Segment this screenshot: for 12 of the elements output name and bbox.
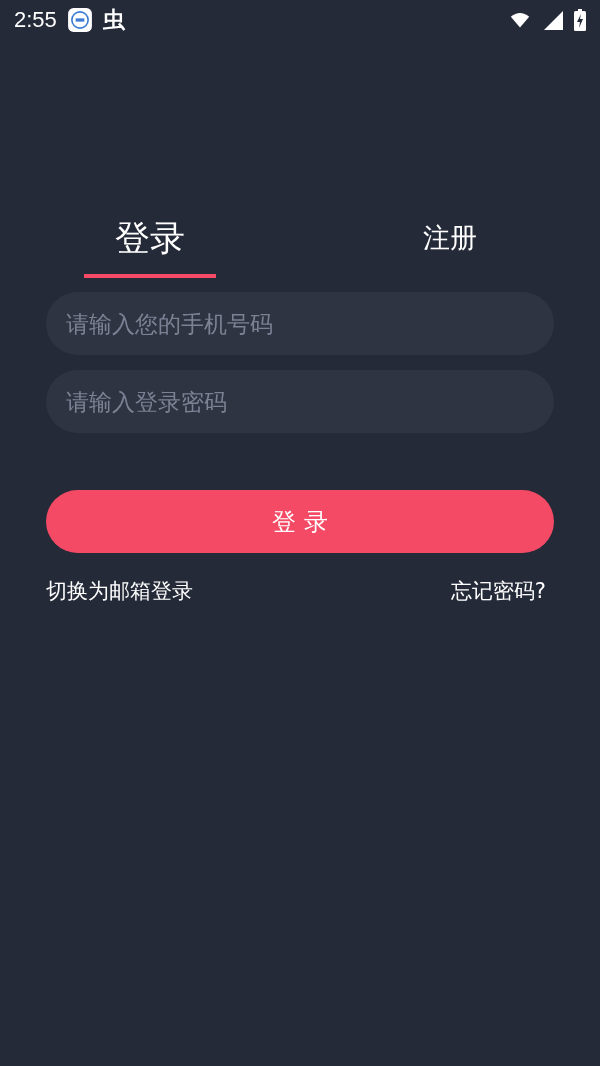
status-time: 2:55 <box>14 7 57 33</box>
signal-icon <box>542 10 564 30</box>
battery-icon <box>574 9 586 31</box>
switch-email-link[interactable]: 切换为邮箱登录 <box>46 577 201 605</box>
tab[interactable]: 登录 <box>84 212 216 278</box>
app-icon <box>66 7 93 33</box>
forgot-password-link[interactable]: 忘记密码? <box>450 577 554 605</box>
app-glyph: 虫 <box>102 6 125 34</box>
tab[interactable]: 注册 <box>384 212 516 278</box>
wifi-icon <box>508 10 532 30</box>
input-field[interactable]: 请输入您的手机号码 <box>46 292 554 355</box>
input-field[interactable]: 请输入登录密码 <box>46 370 554 433</box>
